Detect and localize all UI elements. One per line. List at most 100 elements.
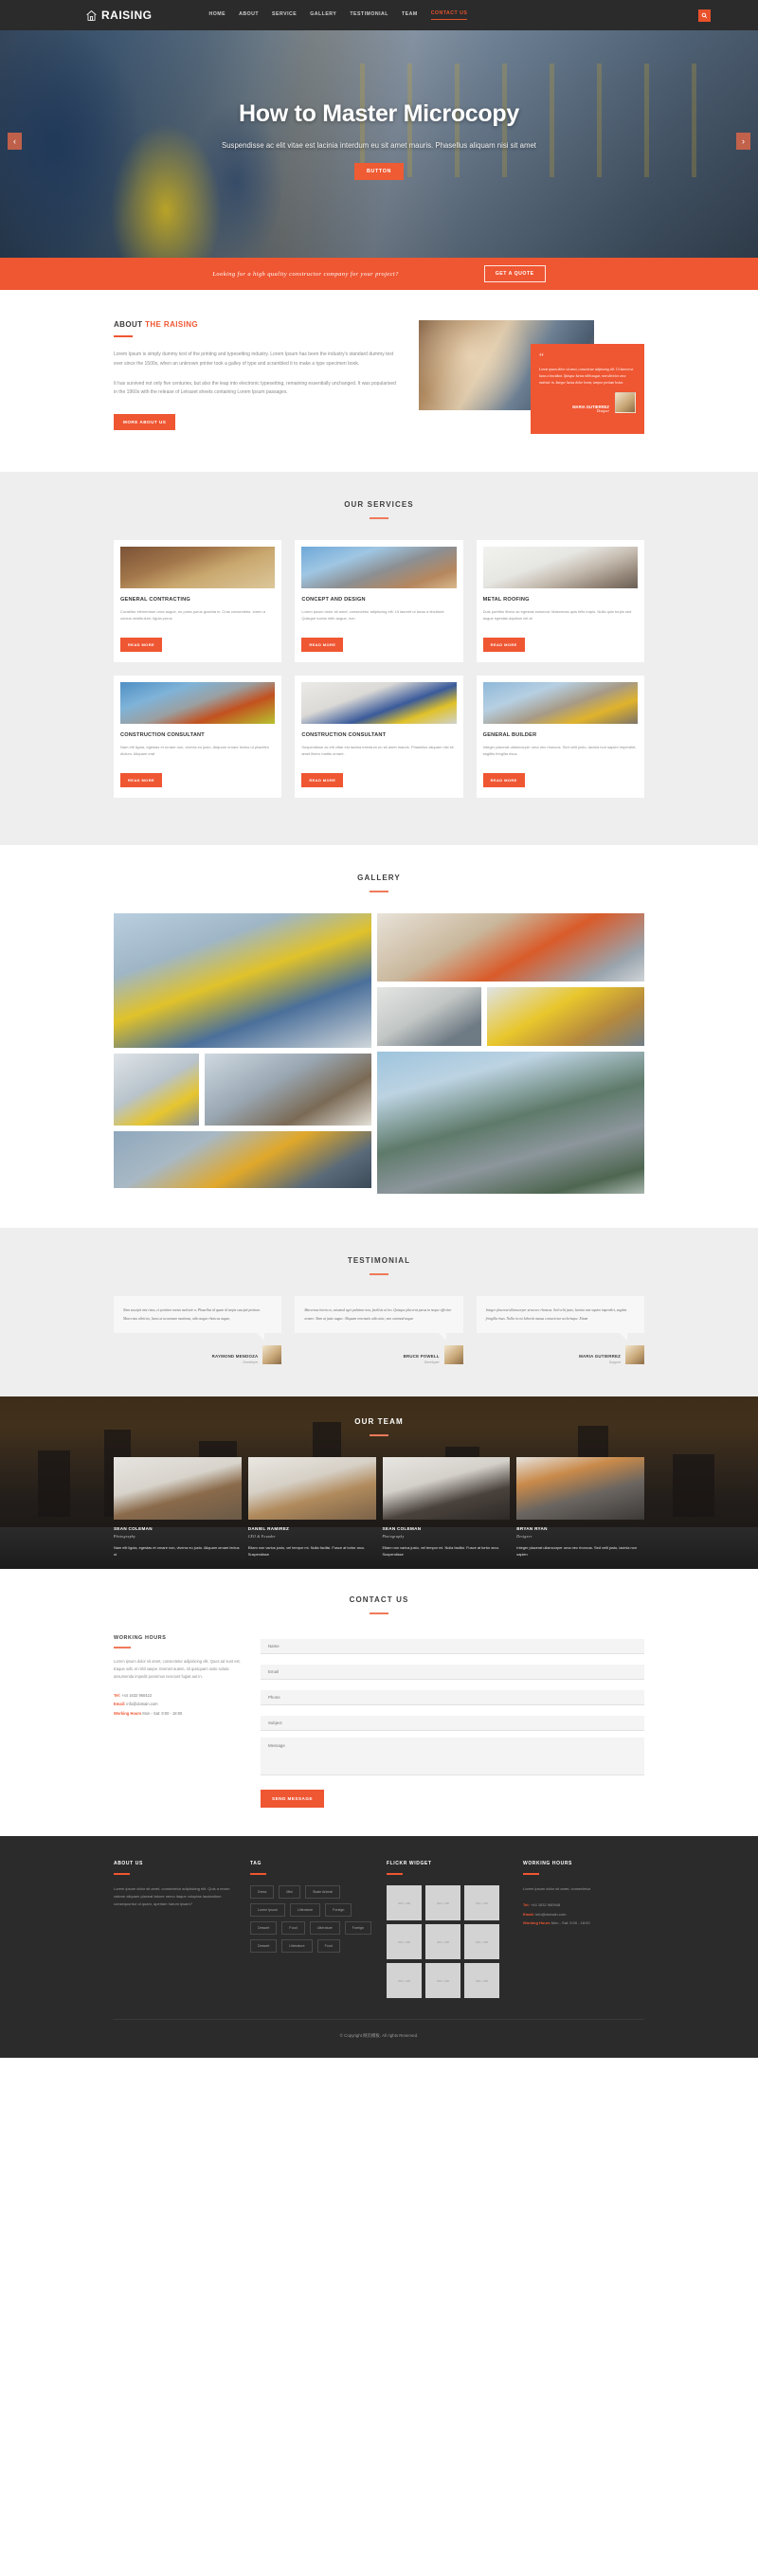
read-more-button[interactable]: READ MORE	[482, 773, 525, 787]
gallery-item[interactable]	[487, 987, 644, 1046]
gallery-title: GALLERY	[357, 874, 401, 882]
flickr-thumb[interactable]: 400 x 400	[464, 1885, 499, 1921]
team-member-card[interactable]: SEAN COLEMAN Photography Etiam non variu…	[382, 1457, 511, 1558]
page-root: RAISING HOME ABOUT SERVICE GALLERY TESTI…	[0, 0, 758, 2059]
team-member-desc: Nam elit ligula, egestas et ornare non, …	[114, 1545, 240, 1558]
tag-item[interactable]: Foreign	[344, 1921, 371, 1936]
site-logo[interactable]: RAISING	[85, 9, 153, 22]
gallery-item[interactable]	[114, 913, 371, 1048]
quote-author-role: Designer	[596, 409, 609, 414]
hero-cta-button[interactable]: BUTTON	[354, 163, 404, 180]
phone-input[interactable]	[261, 1690, 644, 1706]
nav-item-service[interactable]: SERVICE	[272, 11, 297, 20]
flickr-thumb[interactable]: 400 x 400	[387, 1963, 422, 1999]
nav-item-contact-us[interactable]: CONTACT US	[430, 10, 468, 20]
service-card[interactable]: CONCEPT AND DESIGN Lorem ipsum dolor sit…	[295, 540, 463, 662]
tag-item[interactable]: Litterature	[289, 1903, 321, 1918]
logo-text: RAISING	[101, 9, 153, 22]
testimonial-author-role: Developer	[424, 1360, 440, 1365]
flickr-thumb[interactable]: 400 x 400	[425, 1963, 460, 1999]
team-member-name: DANIEL RAMIREZ	[247, 1526, 290, 1532]
tag-item[interactable]: Foreign	[325, 1903, 352, 1918]
section-underline	[370, 1273, 388, 1275]
team-member-role: Photography	[382, 1535, 405, 1540]
testimonial-text: Maecenas lorem ex, euismod eget pulvinar…	[304, 1308, 452, 1321]
nav-item-team[interactable]: TEAM	[402, 11, 418, 20]
flickr-thumb[interactable]: 400 x 400	[387, 1924, 422, 1960]
tag-item[interactable]: Litterature	[309, 1921, 340, 1936]
contact-tel: Tel: +44 1632 960422	[114, 1691, 242, 1701]
tag-item[interactable]: Skate Animal	[304, 1885, 340, 1900]
gallery-item[interactable]	[114, 1131, 371, 1188]
get-a-quote-button[interactable]: GET A QUOTE	[483, 265, 546, 282]
tag-item[interactable]: Food	[281, 1921, 305, 1936]
footer-email-value: info@domain.com	[534, 1911, 567, 1917]
read-more-button[interactable]: READ MORE	[301, 638, 344, 652]
service-image	[301, 547, 457, 588]
working-hours-paragraph: Lorem ipsum dolor sit amet, consectetur …	[114, 1659, 241, 1680]
testimonial-row: Nam suscipit nisi risus, et porttitor me…	[114, 1296, 644, 1365]
nav-item-testimonial[interactable]: TESTIMONIAL	[350, 11, 388, 20]
tag-item[interactable]: Food	[316, 1939, 340, 1954]
cta-text: Looking for a high quality constructor c…	[212, 270, 399, 278]
gallery-item[interactable]	[377, 987, 481, 1046]
more-about-us-button[interactable]: MORE ABOUT US	[114, 414, 176, 430]
subject-input[interactable]	[261, 1716, 644, 1732]
team-member-desc: Etiam non varius justo, vel tempor mi. N…	[382, 1545, 499, 1558]
tag-item[interactable]: Dessert	[250, 1921, 278, 1936]
contact-email-label: Email:	[114, 1702, 126, 1707]
gallery-item[interactable]	[205, 1054, 371, 1126]
read-more-button[interactable]: READ MORE	[482, 638, 525, 652]
message-input[interactable]	[261, 1738, 644, 1776]
team-member-role: Photography	[114, 1535, 136, 1540]
footer-tel: Tel: +44 1632 960948	[523, 1900, 644, 1910]
flickr-thumb[interactable]: 400 x 400	[464, 1924, 499, 1960]
tag-item[interactable]: Lorem Ipsum	[250, 1903, 285, 1918]
gallery-item[interactable]	[377, 1052, 644, 1194]
flickr-thumb[interactable]: 400 x 400	[425, 1885, 460, 1921]
testimonial-author-name: RAYMOND MENDOZA	[211, 1354, 259, 1360]
footer-hours-title: WORKING HOURS	[523, 1861, 572, 1867]
section-underline	[370, 1612, 388, 1615]
service-title: CONSTRUCTION CONSULTANT	[301, 732, 387, 738]
avatar	[262, 1345, 282, 1365]
read-more-button[interactable]: READ MORE	[120, 773, 163, 787]
tag-item[interactable]: Litterature	[281, 1939, 313, 1954]
service-card[interactable]: GENERAL CONTRACTING Curabitur elementum …	[114, 540, 282, 662]
read-more-button[interactable]: READ MORE	[120, 638, 163, 652]
about-paragraph-1: Lorem Ipsum is simply dummy text of the …	[114, 351, 394, 367]
tag-item[interactable]: Mini	[279, 1885, 300, 1900]
send-message-button[interactable]: SEND MESSAGE	[261, 1790, 325, 1809]
flickr-thumb[interactable]: 400 x 400	[464, 1963, 499, 1999]
heading-underline	[387, 1873, 403, 1876]
search-icon[interactable]	[698, 9, 711, 22]
nav-item-about[interactable]: ABOUT	[239, 11, 259, 20]
tag-item[interactable]: Dessert	[250, 1939, 278, 1954]
nav-item-home[interactable]: HOME	[209, 11, 226, 20]
team-member-card[interactable]: BRYAN RYAN Designer Integer placerat ull…	[516, 1457, 644, 1558]
service-card[interactable]: CONSTRUCTION CONSULTANT Suspendisse ac e…	[295, 676, 463, 798]
services-row-2: CONSTRUCTION CONSULTANT Nam elit ligula,…	[114, 676, 644, 798]
team-member-card[interactable]: DANIEL RAMIREZ CEO & Founder Etiam non v…	[247, 1457, 376, 1558]
team-member-name: SEAN COLEMAN	[382, 1526, 422, 1532]
service-image	[482, 547, 638, 588]
flickr-thumb[interactable]: 400 x 400	[387, 1885, 422, 1921]
gallery-item[interactable]	[114, 1054, 199, 1126]
service-card[interactable]: CONSTRUCTION CONSULTANT Nam elit ligula,…	[114, 676, 282, 798]
service-card[interactable]: GENERAL BUILDER Integer placerat ullamco…	[476, 676, 644, 798]
service-image	[482, 682, 638, 724]
nav-item-gallery[interactable]: GALLERY	[310, 11, 336, 20]
service-card[interactable]: METAL ROOFING Duis porttitor libero ac e…	[476, 540, 644, 662]
name-input[interactable]	[261, 1639, 644, 1655]
service-image	[120, 547, 276, 588]
email-input[interactable]	[261, 1665, 644, 1681]
gallery-item[interactable]	[377, 913, 644, 982]
service-desc: Curabitur elementum urna augue, eu porta…	[120, 609, 265, 621]
team-member-photo	[516, 1457, 644, 1521]
team-member-card[interactable]: SEAN COLEMAN Photography Nam elit ligula…	[114, 1457, 242, 1558]
about-section: ABOUT THE RAISING Lorem Ipsum is simply …	[0, 290, 758, 472]
team-section: OUR TEAM SEAN COLEMAN Photography Nam el…	[0, 1396, 758, 1570]
tag-item[interactable]: Dress	[250, 1885, 275, 1900]
read-more-button[interactable]: READ MORE	[301, 773, 344, 787]
flickr-thumb[interactable]: 400 x 400	[425, 1924, 460, 1960]
